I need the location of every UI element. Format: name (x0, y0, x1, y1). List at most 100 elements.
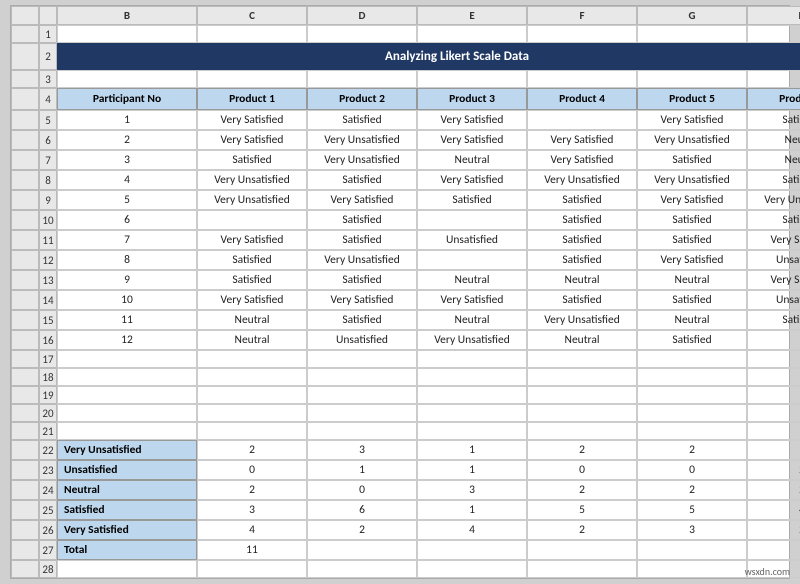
column-header: Product 2 (307, 88, 417, 110)
cell (417, 386, 527, 404)
cell: 1 (307, 460, 417, 480)
row-header: 22 (39, 440, 57, 460)
cell: Satisfied (527, 190, 637, 210)
cell: E (417, 6, 527, 25)
cell (527, 70, 637, 88)
cell (747, 540, 800, 560)
cell: Satisfied (307, 230, 417, 250)
cell: Satisfied (637, 210, 747, 230)
cell (417, 540, 527, 560)
cell (11, 350, 39, 368)
cell (11, 520, 39, 540)
cell (637, 540, 747, 560)
row-header: 13 (39, 270, 57, 290)
cell: Unsatisfied (307, 330, 417, 350)
cell: Satisfied (307, 110, 417, 130)
cell: 11 (197, 540, 307, 560)
cell: Very Satisfied (307, 290, 417, 310)
cell (527, 422, 637, 440)
cell (197, 404, 307, 422)
cell (11, 88, 39, 110)
cell (307, 540, 417, 560)
cell: Very Unsatisfied (527, 170, 637, 190)
cell (417, 250, 527, 270)
cell: Very Satisfied (197, 110, 307, 130)
cell (417, 368, 527, 386)
cell: 1 (417, 440, 527, 460)
cell: Neutral (637, 270, 747, 290)
cell: Very Satisfied (307, 190, 417, 210)
cell (11, 368, 39, 386)
cell: Very Unsatisfied (417, 330, 527, 350)
cell: 5 (57, 190, 197, 210)
row-header: 28 (39, 560, 57, 578)
cell (57, 350, 197, 368)
cell: 0 (307, 480, 417, 500)
cell (57, 368, 197, 386)
cell: Satisfied (197, 270, 307, 290)
cell (637, 70, 747, 88)
cell (527, 350, 637, 368)
cell (11, 480, 39, 500)
cell (11, 230, 39, 250)
cell: Very Satisfied (747, 270, 800, 290)
cell (11, 290, 39, 310)
cell: Neutral (417, 150, 527, 170)
cell: C (197, 6, 307, 25)
row-header: 18 (39, 368, 57, 386)
cell (417, 25, 527, 43)
cell: Very Satisfied (527, 130, 637, 150)
cell: 0 (197, 460, 307, 480)
cell: Very Satisfied (637, 110, 747, 130)
cell (527, 368, 637, 386)
cell: F (527, 6, 637, 25)
cell: Very Unsatisfied (747, 190, 800, 210)
cell (11, 70, 39, 88)
cell (39, 6, 57, 25)
cell (527, 404, 637, 422)
cell (637, 404, 747, 422)
cell (11, 460, 39, 480)
cell: 2 (307, 520, 417, 540)
row-header: 11 (39, 230, 57, 250)
column-header: Product 3 (417, 88, 527, 110)
row-header: 25 (39, 500, 57, 520)
summary-label: Very Satisfied (57, 520, 197, 540)
cell: Satisfied (637, 290, 747, 310)
cell (747, 330, 800, 350)
cell: Neutral (197, 310, 307, 330)
row-header: 1 (39, 25, 57, 43)
cell (747, 404, 800, 422)
cell: Neutral (527, 270, 637, 290)
cell: Neutral (527, 330, 637, 350)
cell (197, 386, 307, 404)
cell: Neutral (637, 310, 747, 330)
cell: Satisfied (747, 310, 800, 330)
cell (307, 350, 417, 368)
cell: 1 (417, 460, 527, 480)
cell: 10 (57, 290, 197, 310)
row-header: 9 (39, 190, 57, 210)
row-header: 20 (39, 404, 57, 422)
cell: Very Satisfied (417, 110, 527, 130)
cell (11, 250, 39, 270)
cell (747, 422, 800, 440)
cell (527, 110, 637, 130)
cell: 5 (527, 500, 637, 520)
cell: 3 (417, 480, 527, 500)
cell (747, 368, 800, 386)
cell (637, 560, 747, 578)
cell: 0 (527, 460, 637, 480)
cell (11, 25, 39, 43)
row-header: 2 (39, 43, 57, 70)
cell (307, 368, 417, 386)
row-header: 7 (39, 150, 57, 170)
cell (11, 170, 39, 190)
cell (11, 210, 39, 230)
cell (11, 440, 39, 460)
cell: Very Satisfied (637, 250, 747, 270)
row-header: 15 (39, 310, 57, 330)
row-header: 16 (39, 330, 57, 350)
column-header: Product 1 (197, 88, 307, 110)
column-header: Product 6 (747, 88, 800, 110)
